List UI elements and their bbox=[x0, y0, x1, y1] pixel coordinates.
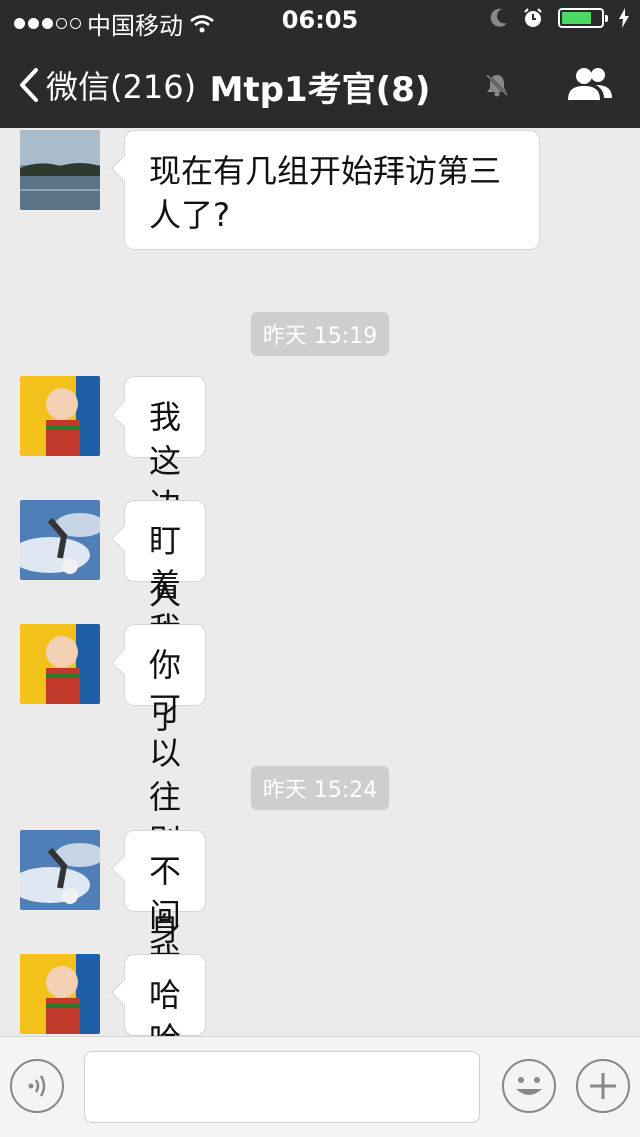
message-bubble[interactable]: 哈哈 bbox=[124, 954, 207, 1036]
message-bubble[interactable]: 现在有几组开始拜访第三 人了? bbox=[124, 130, 540, 250]
timestamp-text: 昨天 15:19 bbox=[250, 312, 390, 356]
message-bubble[interactable]: 不问我怎么引呀 bbox=[124, 830, 207, 1036]
baby-avatar[interactable] bbox=[20, 954, 100, 1034]
group-members-icon[interactable] bbox=[566, 64, 614, 104]
message-bubble[interactable]: 盯着我搞了 bbox=[124, 500, 207, 736]
alarm-icon bbox=[524, 8, 542, 27]
sky-avatar[interactable] bbox=[20, 500, 100, 580]
baby-avatar[interactable] bbox=[20, 376, 100, 456]
status-right bbox=[490, 7, 630, 29]
message-bubble[interactable]: 我这边没人来 bbox=[124, 376, 207, 656]
timestamp-badge: 昨天 15:19 bbox=[0, 312, 640, 356]
voice-icon bbox=[28, 1075, 46, 1097]
nav-bar: 微信(216) Mtp1考官(8) bbox=[0, 40, 640, 128]
battery-fill bbox=[562, 12, 591, 24]
baby-avatar[interactable] bbox=[20, 624, 100, 704]
status-bar: 中国移动 06:05 bbox=[0, 0, 640, 40]
message-text-line: 现在有几组开始拜访第三 bbox=[149, 152, 502, 190]
battery-icon bbox=[558, 8, 608, 28]
mute-bell-icon bbox=[485, 73, 509, 97]
message-input[interactable] bbox=[84, 1051, 480, 1123]
plus-button[interactable] bbox=[576, 1059, 630, 1113]
timestamp-text: 昨天 15:24 bbox=[250, 766, 390, 810]
chat-title: Mtp1考官(8) bbox=[209, 70, 431, 110]
message-text: 哈哈 bbox=[149, 976, 182, 1036]
plus-icon bbox=[590, 1073, 616, 1099]
emoji-icon bbox=[516, 1077, 542, 1095]
lake-avatar[interactable] bbox=[20, 130, 100, 210]
chat-messages[interactable]: 现在有几组开始拜访第三 人了? 昨天 15:19 我这边没人来 bbox=[0, 128, 640, 1036]
voice-button[interactable] bbox=[10, 1059, 64, 1113]
message-bubble[interactable]: 你可以往别人身上引引 bbox=[124, 624, 207, 1036]
timestamp-badge: 昨天 15:24 bbox=[0, 766, 640, 810]
moon-icon bbox=[490, 8, 507, 27]
emoji-button[interactable] bbox=[502, 1059, 556, 1113]
message-text-line: 人了? bbox=[149, 196, 230, 234]
charging-icon bbox=[619, 8, 629, 28]
sky-avatar[interactable] bbox=[20, 830, 100, 910]
input-bar bbox=[0, 1036, 640, 1137]
